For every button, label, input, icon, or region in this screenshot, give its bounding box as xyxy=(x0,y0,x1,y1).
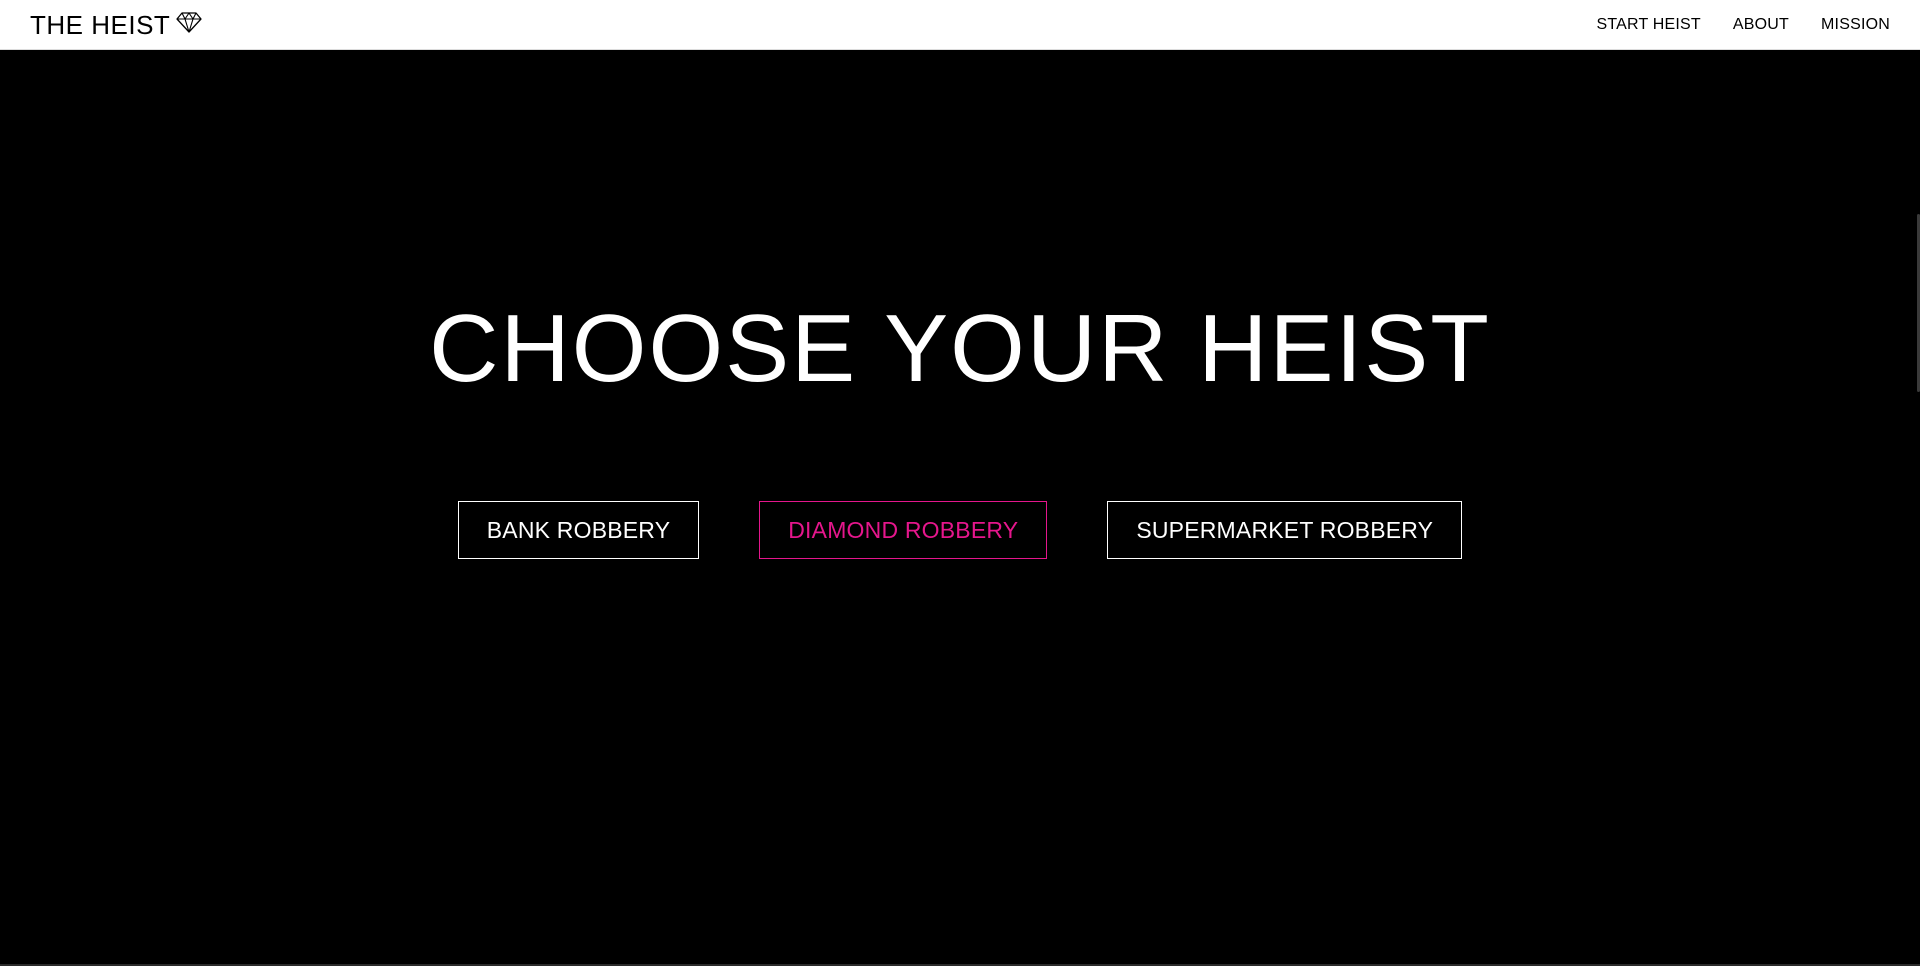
hero-section: CHOOSE YOUR HEIST BANK ROBBERY DIAMOND R… xyxy=(0,51,1920,966)
brand-title: THE HEIST xyxy=(30,10,171,40)
brand-logo-link[interactable]: THE HEIST xyxy=(30,9,202,41)
navbar: THE HEIST START HEIST ABOUT MISSION xyxy=(0,0,1920,50)
scrollbar[interactable] xyxy=(1914,51,1920,966)
nav-links: START HEIST ABOUT MISSION xyxy=(1564,0,1890,50)
diamond-robbery-button[interactable]: DIAMOND ROBBERY xyxy=(759,501,1048,559)
page-title: CHOOSE YOUR HEIST xyxy=(429,295,1491,402)
nav-about[interactable]: ABOUT xyxy=(1733,16,1789,34)
diamond-icon xyxy=(176,12,202,33)
bank-robbery-button[interactable]: BANK ROBBERY xyxy=(457,501,700,559)
nav-start-heist[interactable]: START HEIST xyxy=(1596,16,1700,34)
supermarket-robbery-button[interactable]: SUPERMARKET ROBBERY xyxy=(1107,501,1463,559)
nav-mission[interactable]: MISSION xyxy=(1821,16,1890,34)
heist-options: BANK ROBBERY DIAMOND ROBBERY SUPERMARKET… xyxy=(0,501,1920,559)
